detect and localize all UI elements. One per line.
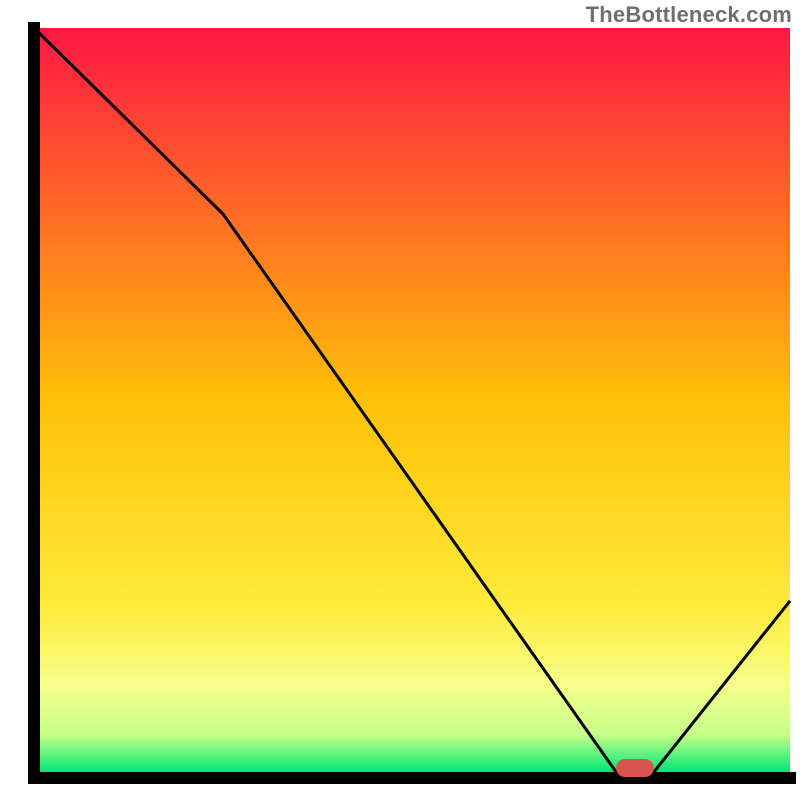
chart-root: { "watermark": { "text": "TheBottleneck.… xyxy=(0,0,800,800)
optimal-marker xyxy=(616,759,654,777)
watermark-text: TheBottleneck.com xyxy=(586,2,792,28)
bottleneck-chart xyxy=(0,0,800,800)
